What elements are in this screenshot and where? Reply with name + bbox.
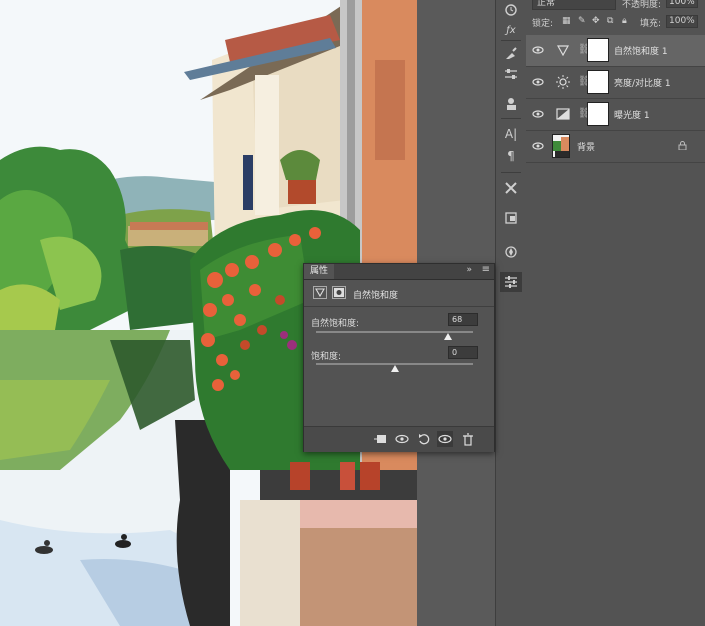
history-icon[interactable]	[500, 0, 522, 20]
adjustment-title: 自然饱和度	[353, 291, 399, 301]
properties-panel: 属性 » ≡ 自然饱和度 自然饱和度: 68 饱和度: 0	[303, 263, 495, 452]
fill-input[interactable]: 100%	[666, 15, 698, 28]
layer-mask-thumbnail[interactable]	[587, 70, 609, 94]
properties-footer	[304, 426, 494, 452]
adjustments-icon[interactable]	[500, 64, 522, 84]
vibrance-input[interactable]: 68	[448, 313, 478, 326]
view-previous-icon[interactable]	[394, 431, 410, 447]
eye-icon[interactable]	[532, 77, 544, 87]
clip-to-layer-icon[interactable]	[372, 431, 388, 447]
properties-panel-header[interactable]: 属性 » ≡	[304, 264, 494, 280]
lock-label: 锁定:	[532, 19, 554, 29]
navigator-icon[interactable]	[500, 242, 522, 262]
eye-icon[interactable]	[532, 45, 544, 55]
layer-name[interactable]: 曝光度 1	[614, 108, 650, 121]
layer-row-brightness-contrast[interactable]: ⛓ 亮度/对比度 1	[526, 67, 705, 99]
tab-properties[interactable]: 属性	[304, 264, 335, 279]
tools-icon[interactable]	[500, 178, 522, 198]
layer-name[interactable]: 自然饱和度 1	[614, 44, 668, 57]
adjustment-title-row: 自然饱和度	[304, 280, 494, 307]
panel-icon-strip: ƒx A| ¶	[495, 0, 527, 626]
reset-icon[interactable]	[416, 431, 432, 447]
brush-preset-icon[interactable]	[500, 44, 522, 64]
brightness-contrast-icon	[556, 75, 570, 89]
saturation-slider-thumb[interactable]	[390, 365, 399, 372]
saturation-label: 饱和度:	[311, 352, 342, 362]
exposure-icon	[556, 107, 570, 121]
lock-transparent-icon[interactable]: ▦	[562, 16, 571, 26]
fill-label: 填充:	[640, 19, 662, 29]
lock-position-icon[interactable]: ✥	[592, 16, 600, 26]
mask-icon[interactable]	[332, 286, 346, 299]
opacity-label: 不透明度:	[622, 0, 662, 10]
layer-row-vibrance[interactable]: ⛓ 自然饱和度 1	[526, 35, 705, 67]
lock-paint-icon[interactable]: ✎	[578, 16, 586, 26]
panel-menu-icon[interactable]: ≡	[482, 264, 490, 275]
lock-all-icon[interactable]: 🔒︎	[622, 16, 627, 26]
layer-mask-thumbnail[interactable]	[587, 102, 609, 126]
vibrance-label: 自然饱和度:	[311, 319, 360, 329]
eye-icon[interactable]	[532, 141, 544, 151]
vibrance-slider-thumb[interactable]	[443, 333, 452, 340]
paragraph-icon[interactable]: ¶	[500, 146, 522, 166]
layer-name[interactable]: 亮度/对比度 1	[614, 76, 671, 89]
eye-icon[interactable]	[532, 109, 544, 119]
fx-icon[interactable]: ƒx	[500, 20, 522, 40]
vibrance-adjustment-icon	[556, 43, 570, 57]
properties-icon[interactable]	[500, 272, 522, 292]
clone-source-icon[interactable]	[500, 94, 522, 114]
visibility-icon[interactable]	[437, 431, 453, 447]
character-icon[interactable]: A|	[500, 124, 522, 144]
saturation-input[interactable]: 0	[448, 346, 478, 359]
lock-icon	[678, 141, 687, 150]
layers-panel: 正常 不透明度: 100% 锁定: ▦ ✎ ✥ ⧉ 🔒︎ 填充: 100% ⛓ …	[526, 0, 705, 626]
blend-mode-select[interactable]: 正常	[532, 0, 616, 10]
collapse-icon[interactable]: »	[466, 265, 472, 275]
layer-comps-icon[interactable]	[500, 208, 522, 228]
opacity-input[interactable]: 100%	[666, 0, 698, 8]
lock-row: 锁定: ▦ ✎ ✥ ⧉ 🔒︎ 填充: 100%	[526, 14, 705, 30]
layer-thumbnail[interactable]	[552, 134, 570, 158]
delete-icon[interactable]	[460, 431, 476, 447]
layer-row-exposure[interactable]: ⛓ 曝光度 1	[526, 99, 705, 131]
lock-artboard-icon[interactable]: ⧉	[607, 16, 613, 26]
layer-mask-thumbnail[interactable]	[587, 38, 609, 62]
layer-name[interactable]: 背景	[577, 140, 595, 153]
layer-row-background[interactable]: 背景	[526, 131, 705, 163]
vibrance-adjustment-icon	[313, 286, 327, 299]
